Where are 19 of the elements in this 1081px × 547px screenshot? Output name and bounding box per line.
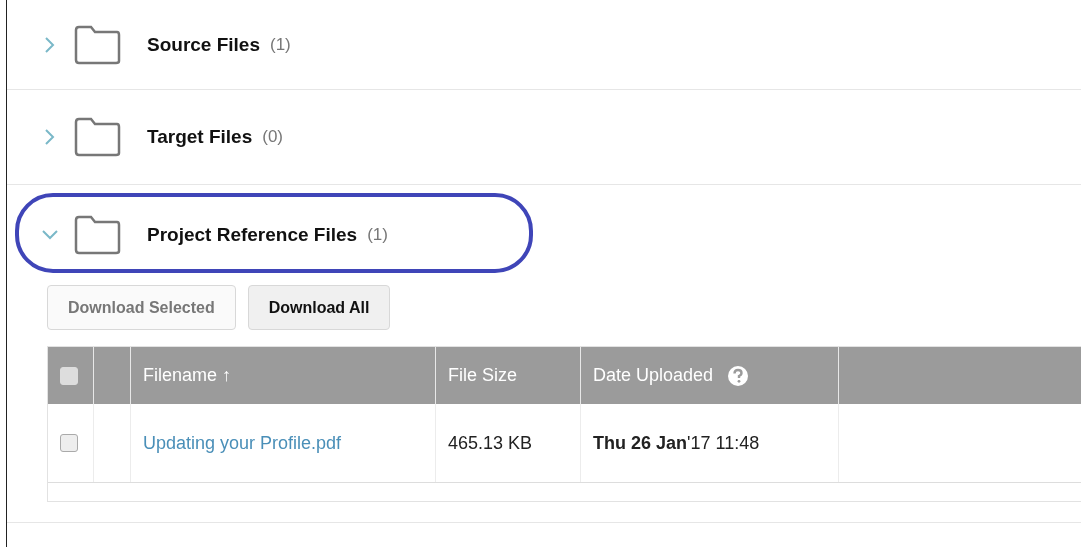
file-link[interactable]: Updating your Profile.pdf xyxy=(143,432,342,454)
folder-icon xyxy=(73,24,121,65)
select-all-checkbox[interactable] xyxy=(60,366,78,385)
row-checkbox[interactable] xyxy=(60,434,78,452)
column-header[interactable]: Filename ↑ xyxy=(143,365,232,386)
column-header[interactable]: Date Uploaded xyxy=(593,365,714,386)
folder-icon xyxy=(73,215,121,255)
download-button[interactable]: Download All xyxy=(247,285,391,330)
file-count: (1) xyxy=(270,34,291,55)
table-cell: Thu 26 Jan'17 11:48 xyxy=(593,432,760,454)
file-count: (0) xyxy=(262,127,283,147)
column-header[interactable]: File Size xyxy=(448,365,518,386)
folder-label[interactable]: Project Reference Files xyxy=(147,224,358,246)
file-count: (1) xyxy=(367,225,388,245)
folder-label[interactable]: Target Files xyxy=(147,126,253,148)
table-cell: 465.13 KB xyxy=(448,432,533,454)
help-icon[interactable] xyxy=(727,364,750,387)
folder-label[interactable]: Source Files xyxy=(147,33,260,56)
folder-icon xyxy=(73,117,121,157)
